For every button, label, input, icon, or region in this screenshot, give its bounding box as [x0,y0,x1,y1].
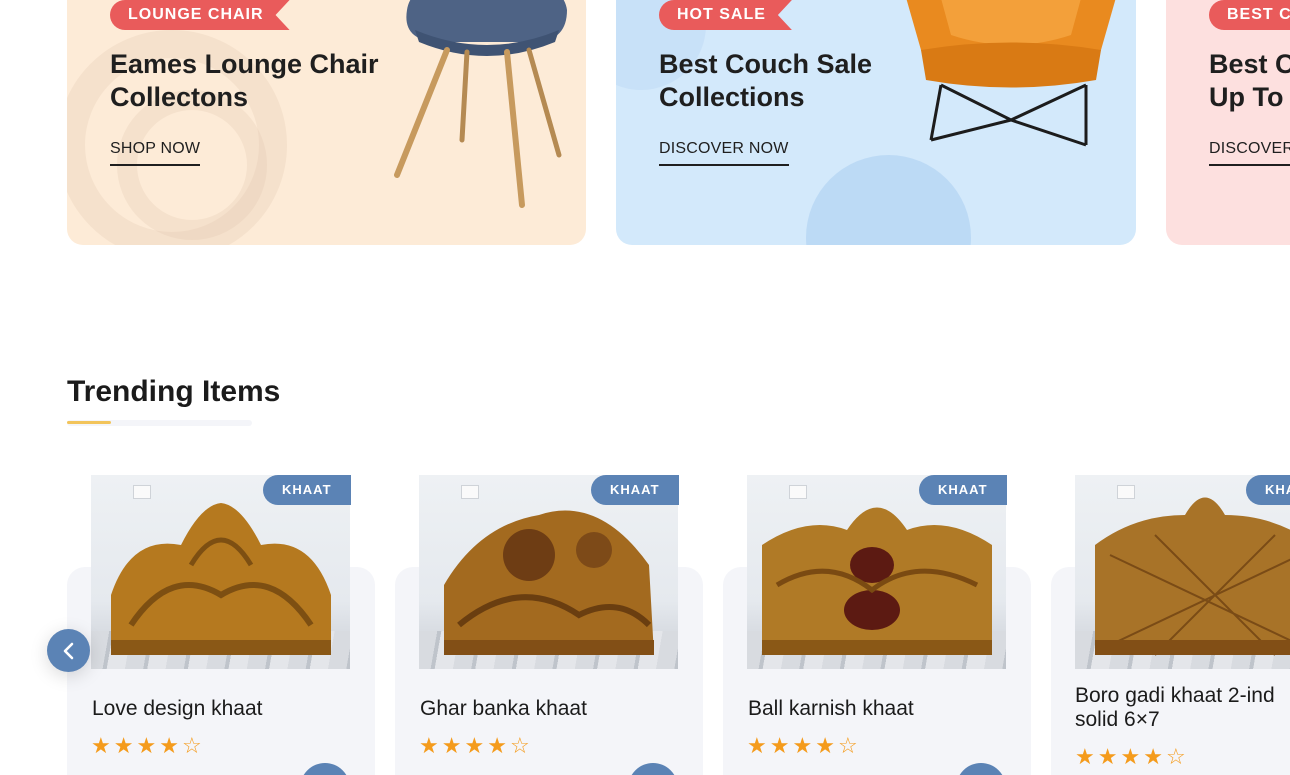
discover-link[interactable]: DISCOVER [1209,140,1290,166]
chevron-left-icon [63,642,73,659]
star-icon: ★ [1097,744,1121,769]
star-icon: ★ [1120,744,1144,769]
star-icon: ★ [419,733,442,758]
product-name[interactable]: Ball karnish khaat [748,697,914,721]
star-icon: ★ [487,733,510,758]
star-icon: ★ [113,733,137,758]
discover-now-link[interactable]: DISCOVER NOW [659,140,789,166]
category-badge: KHAAT [263,475,351,505]
star-icon: ★ [441,733,465,758]
banner-tag: HOT SALE [659,0,792,30]
armchair-image [906,0,1116,147]
star-icon: ★ [159,733,182,758]
banner-lounge-chair[interactable]: LOUNGE CHAIR Eames Lounge Chair Collecto… [67,0,586,245]
page: LOUNGE CHAIR Eames Lounge Chair Collecto… [0,0,1290,775]
star-icon: ★ [815,733,838,758]
star-icon: ★ [792,733,816,758]
star-outline-icon: ☆ [181,733,205,758]
star-outline-icon: ☆ [1165,744,1189,769]
banner-title: Eames Lounge Chair Collectons [110,49,379,112]
star-icon: ★ [464,733,488,758]
banner-tag: LOUNGE CHAIR [110,0,290,30]
star-outline-icon: ☆ [509,733,533,758]
rating-stars: ★★★★☆ [91,733,205,759]
title-underline-accent [67,421,111,424]
category-badge: KHA [1246,475,1290,505]
banner-tag: BEST C [1209,0,1290,30]
banner-best-collection[interactable]: BEST C Best C Up To DISCOVER [1166,0,1290,245]
star-icon: ★ [1143,744,1166,769]
shop-now-link[interactable]: SHOP NOW [110,140,201,166]
star-outline-icon: ☆ [837,733,861,758]
star-icon: ★ [136,733,160,758]
star-icon: ★ [747,733,770,758]
category-badge: KHAAT [919,475,1007,505]
product-name[interactable]: Ghar banka khaat [420,697,587,721]
banner-title: Best C Up To [1209,49,1290,112]
star-icon: ★ [1075,744,1098,769]
star-icon: ★ [91,733,114,758]
product-name[interactable]: Love design khaat [92,697,262,721]
star-icon: ★ [769,733,793,758]
section-title: Trending Items [67,375,281,408]
chair-image [394,0,567,208]
category-badge: KHAAT [591,475,679,505]
carousel-prev-button[interactable] [47,629,90,672]
product-name[interactable]: Boro gadi khaat 2-ind solid 6×7 [1075,684,1290,732]
rating-stars: ★★★★☆ [747,733,861,759]
rating-stars: ★★★★☆ [1075,744,1189,770]
title-underline [67,420,252,426]
rating-stars: ★★★★☆ [419,733,533,759]
banner-hot-sale[interactable]: HOT SALE Best Couch Sale Collections DIS… [616,0,1136,245]
